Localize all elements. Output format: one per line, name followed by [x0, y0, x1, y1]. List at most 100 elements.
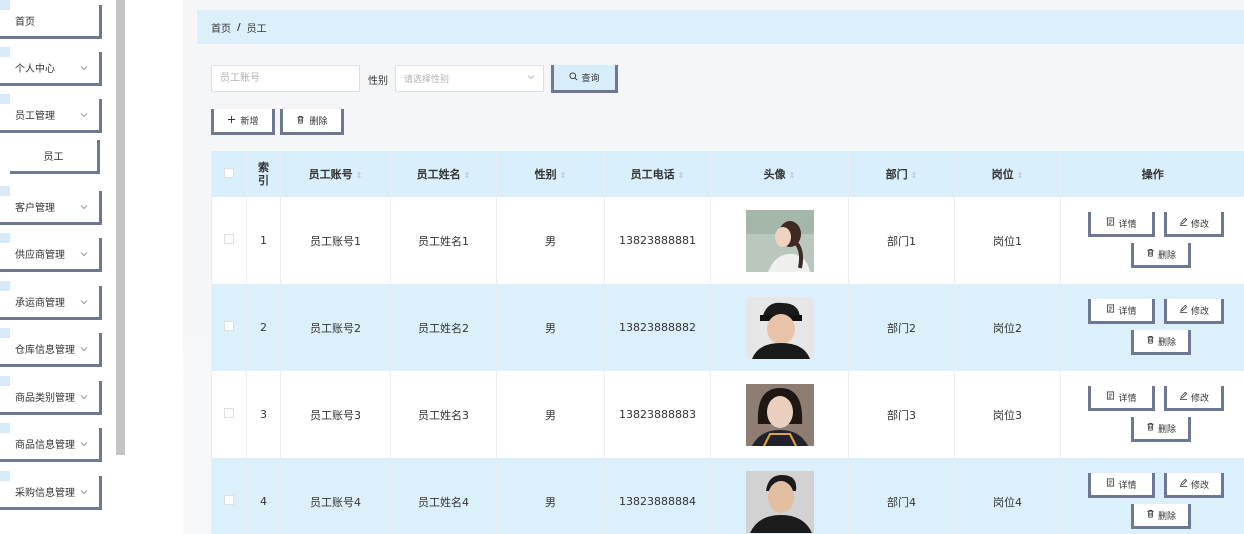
batch-delete-button[interactable]: 删除	[280, 109, 344, 135]
breadcrumb-home[interactable]: 首页	[211, 20, 231, 35]
header-account[interactable]: 员工账号 ⇕	[280, 151, 391, 197]
chevron-down-icon	[79, 297, 89, 307]
header-post-label: 岗位	[991, 168, 1014, 181]
sidebar-item-supplier-mgmt[interactable]: 供应商管理	[0, 233, 102, 272]
cell-dept: 部门2	[848, 284, 955, 371]
header-dept[interactable]: 部门 ⇕	[848, 151, 955, 197]
sort-icon: ⇕	[910, 171, 918, 180]
cell-name: 员工姓名4	[390, 458, 497, 534]
sidebar-item-home[interactable]: 首页	[0, 0, 102, 39]
header-gender[interactable]: 性别 ⇕	[496, 151, 605, 197]
header-name[interactable]: 员工姓名 ⇕	[390, 151, 497, 197]
detail-button[interactable]: 详情	[1088, 212, 1155, 237]
detail-button[interactable]: 详情	[1088, 473, 1155, 498]
delete-button-label: 删除	[1157, 511, 1176, 522]
trash-icon	[1146, 509, 1155, 521]
trash-icon	[1146, 335, 1155, 347]
avatar[interactable]	[745, 470, 814, 533]
sidebar: 首页 个人中心 员工管理 员工 客户管理 供应商管理 承运商管理 仓库信息管理 …	[0, 0, 104, 534]
delete-button-label: 删除	[1157, 424, 1176, 435]
breadcrumb: 首页 / 员工	[197, 10, 1244, 44]
edit-button[interactable]: 修改	[1164, 473, 1224, 498]
sidebar-item-product-mgmt[interactable]: 商品信息管理	[0, 423, 102, 462]
gender-select[interactable]: 请选择性别	[395, 65, 544, 92]
row-checkbox[interactable]	[224, 495, 234, 505]
employee-account-input[interactable]	[211, 65, 360, 92]
row-checkbox-cell	[211, 284, 247, 371]
add-button[interactable]: 新增	[211, 109, 275, 135]
cell-gender: 男	[496, 197, 605, 284]
delete-button-label: 删除	[309, 117, 328, 127]
sidebar-item-label: 商品信息管理	[15, 440, 75, 451]
sidebar-item-employee[interactable]: 员工	[10, 140, 100, 174]
row-checkbox[interactable]	[224, 234, 234, 244]
header-avatar-label: 头像	[763, 168, 786, 181]
sort-icon: ⇕	[677, 171, 685, 180]
cell-dept: 部门4	[848, 458, 955, 534]
header-phone-label: 员工电话	[630, 168, 675, 181]
row-checkbox[interactable]	[224, 408, 234, 418]
detail-button-label: 详情	[1118, 393, 1137, 404]
delete-button[interactable]: 删除	[1131, 417, 1191, 442]
header-phone[interactable]: 员工电话 ⇕	[604, 151, 711, 197]
edit-button-label: 修改	[1190, 480, 1209, 491]
sidebar-item-label: 承运商管理	[15, 298, 65, 309]
query-button[interactable]: 查询	[551, 65, 618, 93]
avatar[interactable]	[745, 296, 814, 359]
cell-phone: 13823888883	[604, 371, 711, 458]
delete-button[interactable]: 删除	[1131, 243, 1191, 268]
cell-ops: 详情 修改 删除	[1060, 284, 1244, 371]
header-avatar[interactable]: 头像 ⇕	[710, 151, 849, 197]
cell-post: 岗位2	[954, 284, 1061, 371]
detail-button-label: 详情	[1118, 480, 1137, 491]
header-index-label: 索引	[258, 161, 269, 187]
cell-post: 岗位1	[954, 197, 1061, 284]
sidebar-item-personal-center[interactable]: 个人中心	[0, 47, 102, 86]
cell-avatar	[710, 197, 849, 284]
detail-button[interactable]: 详情	[1088, 299, 1155, 324]
sidebar-item-category-mgmt[interactable]: 商品类别管理	[0, 376, 102, 415]
sidebar-item-warehouse-mgmt[interactable]: 仓库信息管理	[0, 328, 102, 367]
sidebar-item-label: 员工管理	[15, 111, 55, 122]
select-all-checkbox[interactable]	[224, 167, 234, 178]
chevron-down-icon	[79, 392, 89, 402]
delete-button[interactable]: 删除	[1131, 330, 1191, 355]
sidebar-scrollbar-thumb[interactable]	[116, 0, 125, 455]
header-checkbox-cell	[211, 151, 247, 197]
cell-name: 员工姓名1	[390, 197, 497, 284]
cell-index: 1	[246, 197, 281, 284]
delete-button[interactable]: 删除	[1131, 504, 1191, 529]
cell-ops: 详情 修改 删除	[1060, 458, 1244, 534]
chevron-down-icon	[79, 249, 89, 259]
sort-icon: ⇕	[463, 171, 471, 180]
sidebar-item-purchase-mgmt[interactable]: 采购信息管理	[0, 471, 102, 510]
detail-button[interactable]: 详情	[1088, 386, 1155, 411]
cell-account: 员工账号3	[280, 371, 391, 458]
search-icon	[569, 71, 578, 84]
table-row: 2 员工账号2 员工姓名2 男 13823888882 部门2 岗位2 详情 修…	[211, 284, 1244, 371]
edit-button[interactable]: 修改	[1164, 212, 1224, 237]
header-name-label: 员工姓名	[416, 168, 461, 181]
sidebar-item-carrier-mgmt[interactable]: 承运商管理	[0, 281, 102, 320]
header-post[interactable]: 岗位 ⇕	[954, 151, 1061, 197]
sidebar-item-customer-mgmt[interactable]: 客户管理	[0, 186, 102, 225]
edit-icon	[1179, 391, 1188, 403]
row-checkbox[interactable]	[224, 321, 234, 331]
edit-icon	[1179, 478, 1188, 490]
sidebar-item-employee-mgmt[interactable]: 员工管理	[0, 94, 102, 133]
avatar[interactable]	[745, 383, 814, 446]
edit-button[interactable]: 修改	[1164, 386, 1224, 411]
avatar[interactable]	[745, 209, 814, 272]
header-index: 索引	[246, 151, 281, 197]
cell-index: 4	[246, 458, 281, 534]
header-ops: 操作	[1060, 151, 1244, 197]
gender-label: 性别	[368, 76, 388, 87]
add-button-label: 新增	[240, 117, 259, 127]
sort-icon: ⇕	[1016, 171, 1024, 180]
document-icon	[1106, 391, 1115, 403]
edit-button[interactable]: 修改	[1164, 299, 1224, 324]
sidebar-item-label: 仓库信息管理	[15, 345, 75, 356]
row-checkbox-cell	[211, 458, 247, 534]
cell-avatar	[710, 371, 849, 458]
edit-button-label: 修改	[1190, 393, 1209, 404]
